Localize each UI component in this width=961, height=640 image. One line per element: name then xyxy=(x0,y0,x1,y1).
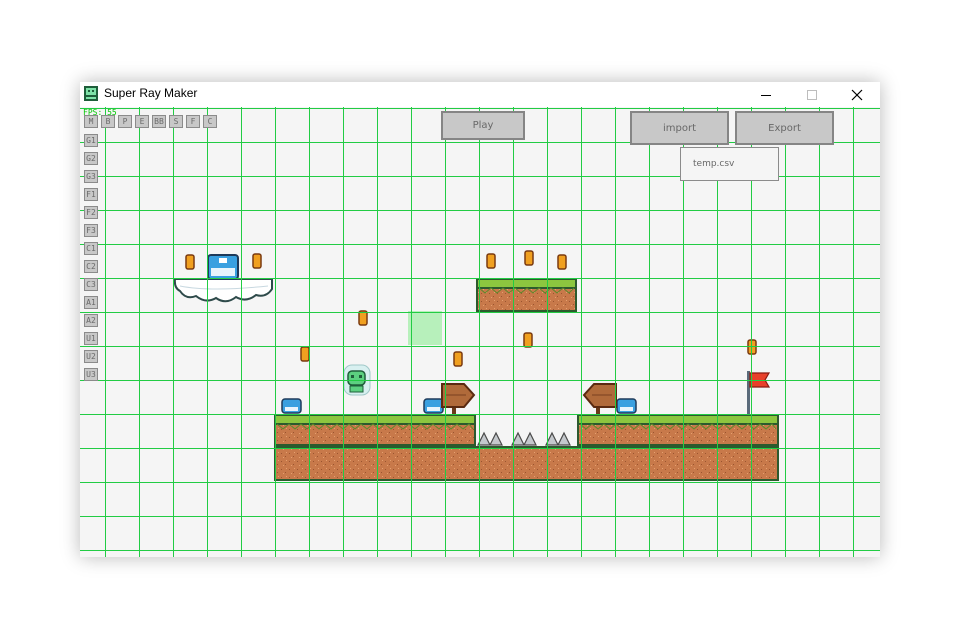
maximize-icon xyxy=(807,89,817,100)
blue-slime-enemy xyxy=(423,398,444,414)
spike-row[interactable] xyxy=(477,431,571,446)
minimize-button[interactable] xyxy=(743,82,789,107)
tool-button-s[interactable]: S xyxy=(169,115,183,128)
floating-grass-block[interactable] xyxy=(476,278,577,312)
tool-button-p[interactable]: P xyxy=(118,115,132,128)
hover-cell-highlight xyxy=(408,311,442,345)
tile-button-c2[interactable]: C2 xyxy=(84,260,98,273)
tool-button-c[interactable]: C xyxy=(203,115,217,128)
minimize-icon xyxy=(761,94,771,96)
coin xyxy=(524,250,534,266)
tile-button-g2[interactable]: G2 xyxy=(84,152,98,165)
tile-button-a2[interactable]: A2 xyxy=(84,314,98,327)
goal-flag[interactable] xyxy=(747,371,771,415)
coin xyxy=(252,253,262,269)
close-button[interactable] xyxy=(834,82,880,107)
tool-button-bb[interactable]: BB xyxy=(152,115,166,128)
ground-dirt-bottom[interactable] xyxy=(274,446,779,481)
play-button[interactable]: Play xyxy=(441,111,525,140)
cloud-platform[interactable] xyxy=(173,278,273,303)
tile-button-c1[interactable]: C1 xyxy=(84,242,98,255)
tile-button-g3[interactable]: G3 xyxy=(84,170,98,183)
coin xyxy=(523,332,533,348)
ground-right[interactable] xyxy=(577,414,779,446)
export-button[interactable]: Export xyxy=(735,111,834,145)
blue-slime-enemy xyxy=(281,398,302,414)
blue-slime-enemy xyxy=(616,398,637,414)
coin xyxy=(557,254,567,270)
filename-input[interactable]: temp.csv xyxy=(680,147,779,181)
coin xyxy=(453,351,463,367)
app-window: Super Ray Maker FPS: 55 M B P E BB S F C… xyxy=(80,82,880,557)
maximize-button[interactable] xyxy=(789,82,835,107)
tile-button-u2[interactable]: U2 xyxy=(84,350,98,363)
tool-button-b[interactable]: B xyxy=(101,115,115,128)
coin xyxy=(486,253,496,269)
arrow-sign-right[interactable] xyxy=(441,383,476,415)
coin xyxy=(300,346,310,362)
tool-button-m[interactable]: M xyxy=(84,115,98,128)
app-robot-icon xyxy=(84,86,98,101)
tool-button-f[interactable]: F xyxy=(186,115,200,128)
tile-button-f1[interactable]: F1 xyxy=(84,188,98,201)
coins[interactable] xyxy=(185,250,757,367)
close-icon xyxy=(851,89,863,100)
tile-button-u3[interactable]: U3 xyxy=(84,368,98,381)
tool-button-e[interactable]: E xyxy=(135,115,149,128)
import-button[interactable]: import xyxy=(630,111,729,145)
window-title: Super Ray Maker xyxy=(104,86,198,100)
tile-button-u1[interactable]: U1 xyxy=(84,332,98,345)
level-editor-canvas[interactable]: FPS: 55 M B P E BB S F C G1 G2 G3 F1 F2 … xyxy=(80,107,880,557)
title-bar: Super Ray Maker xyxy=(80,82,880,107)
coin xyxy=(185,254,195,270)
arrow-sign-left[interactable] xyxy=(582,383,617,415)
tile-button-f2[interactable]: F2 xyxy=(84,206,98,219)
coin xyxy=(358,310,368,326)
tile-button-f3[interactable]: F3 xyxy=(84,224,98,237)
blue-block-enemy xyxy=(207,254,239,280)
tile-button-g1[interactable]: G1 xyxy=(84,134,98,147)
tile-button-a1[interactable]: A1 xyxy=(84,296,98,309)
tile-button-c3[interactable]: C3 xyxy=(84,278,98,291)
